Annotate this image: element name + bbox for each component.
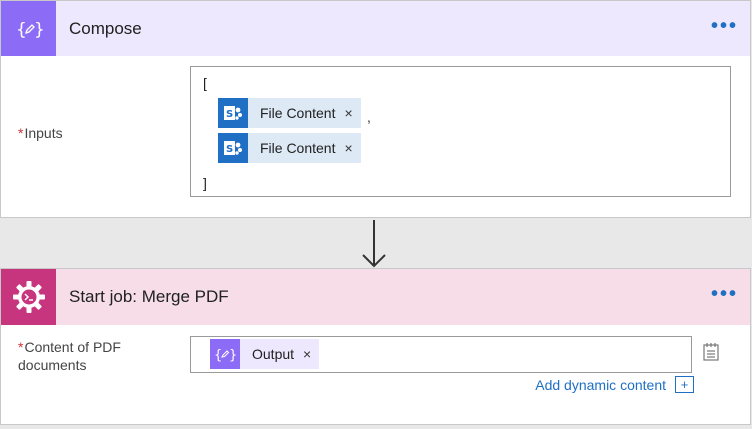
compose-header[interactable]: { } Compose ••• bbox=[1, 1, 750, 56]
compose-title: Compose bbox=[69, 18, 142, 38]
token-label: File Content bbox=[260, 105, 336, 121]
token-separator: , bbox=[367, 109, 371, 125]
merge-pdf-title: Start job: Merge PDF bbox=[69, 287, 229, 306]
sharepoint-icon: S bbox=[218, 133, 248, 163]
remove-token-icon[interactable]: × bbox=[344, 105, 352, 121]
inputs-label: *Inputs bbox=[18, 124, 63, 142]
file-content-token-1[interactable]: S File Content × bbox=[218, 98, 361, 128]
inputs-field[interactable]: [ S File Content × , S File Content ×] bbox=[190, 66, 731, 197]
svg-text:S: S bbox=[226, 109, 233, 120]
sharepoint-icon: S bbox=[218, 98, 248, 128]
merge-pdf-header[interactable]: Start job: Merge PDF ••• bbox=[1, 269, 750, 325]
merge-pdf-more-menu[interactable]: ••• bbox=[711, 284, 738, 304]
remove-token-icon[interactable]: × bbox=[344, 140, 352, 156]
output-token[interactable]: { } Output × bbox=[210, 339, 320, 369]
gear-icon bbox=[1, 269, 56, 325]
svg-text:}: } bbox=[229, 348, 236, 363]
content-of-pdf-label: *Content of PDF documents bbox=[18, 338, 121, 374]
add-icon: + bbox=[675, 376, 694, 393]
content-label-line1: Content of PDF bbox=[24, 339, 121, 355]
compose-icon: { } bbox=[1, 1, 56, 56]
add-dynamic-content-label: Add dynamic content bbox=[535, 376, 666, 393]
remove-token-icon[interactable]: × bbox=[303, 346, 311, 362]
flow-arrow-icon bbox=[361, 220, 387, 275]
compose-card: { } Compose ••• *Inputs [ S File Content bbox=[0, 0, 751, 218]
open-bracket: [ bbox=[203, 75, 207, 91]
inputs-label-text: Inputs bbox=[24, 125, 63, 141]
svg-text:}: } bbox=[34, 20, 43, 40]
svg-text:{: { bbox=[16, 20, 27, 40]
required-mark: * bbox=[18, 339, 24, 355]
content-of-pdf-field[interactable]: { } Output × bbox=[190, 336, 692, 373]
field-options-icon[interactable] bbox=[701, 342, 721, 367]
token-label: File Content bbox=[260, 140, 336, 156]
compose-more-menu[interactable]: ••• bbox=[711, 16, 738, 36]
required-mark: * bbox=[18, 125, 24, 141]
compose-icon: { } bbox=[210, 339, 240, 369]
svg-text:S: S bbox=[226, 144, 233, 155]
close-bracket: ] bbox=[203, 175, 207, 191]
add-dynamic-content-button[interactable]: Add dynamic content + bbox=[535, 376, 694, 393]
content-label-line2: documents bbox=[18, 357, 87, 373]
merge-pdf-card: Start job: Merge PDF ••• *Content of PDF… bbox=[0, 268, 751, 425]
file-content-token-2[interactable]: S File Content × bbox=[218, 133, 361, 163]
svg-text:{: { bbox=[214, 348, 222, 363]
token-label: Output bbox=[252, 346, 295, 362]
